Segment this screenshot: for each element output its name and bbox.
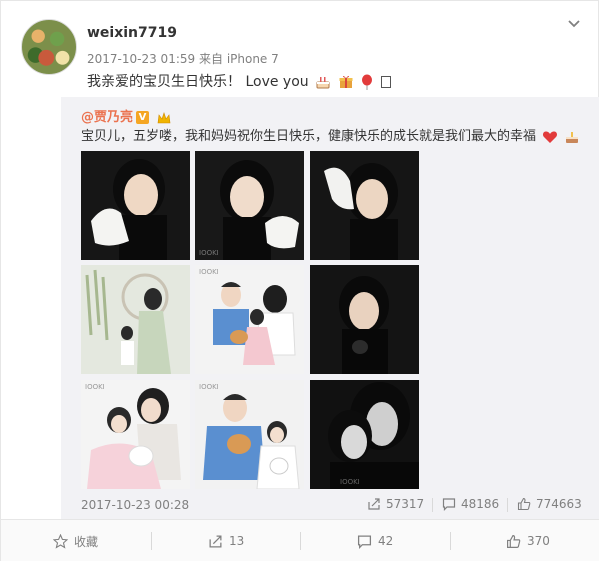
comment-count: 42: [378, 534, 394, 548]
divider: [151, 532, 152, 550]
divider: [507, 498, 508, 512]
repost-share-stat[interactable]: 57317: [367, 497, 424, 511]
action-bar: 收藏 13 42 370: [1, 519, 599, 561]
share-count: 13: [229, 534, 245, 548]
watermark: IOOKI: [199, 268, 219, 276]
photo-grid: IOOKI IOOKI IOOKI IOOKI IOOKI: [81, 151, 419, 489]
photo-5[interactable]: IOOKI: [195, 265, 304, 374]
avatar[interactable]: [21, 19, 77, 75]
post-time[interactable]: 2017-10-23 01:59: [87, 52, 195, 66]
repost-like-count: 774663: [536, 497, 582, 511]
divider: [450, 532, 451, 550]
share-icon: [368, 498, 380, 510]
comment-button[interactable]: 42: [357, 520, 393, 562]
divider: [432, 498, 433, 512]
watermark: IOOKI: [199, 383, 219, 391]
post-meta: 2017-10-23 01:59 来自 iPhone 7: [87, 50, 279, 67]
repost-share-count: 57317: [386, 497, 425, 511]
like-button[interactable]: 370: [506, 520, 550, 562]
favorite-button[interactable]: 收藏: [53, 520, 98, 562]
photo-1[interactable]: [81, 151, 190, 260]
balloon-icon: [362, 74, 373, 90]
like-icon: [507, 534, 521, 548]
photo-6[interactable]: [310, 265, 419, 374]
comment-icon: [357, 535, 372, 549]
repost-author-name[interactable]: @贾乃亮: [81, 110, 133, 125]
favorite-label: 收藏: [74, 534, 99, 549]
star-icon: [53, 533, 68, 549]
heart-icon: [543, 130, 558, 143]
username[interactable]: weixin7719: [87, 25, 177, 41]
gift-icon: [339, 75, 353, 88]
repost-text-content: 宝贝儿，五岁喽，我和妈妈祝你生日快乐，健康快乐的成长就是我们最大的幸福: [81, 129, 537, 144]
cake-icon: [316, 77, 330, 89]
post-text-content: 我亲爱的宝贝生日快乐！ Love you: [87, 74, 309, 90]
post-source: iPhone 7: [226, 52, 279, 66]
repost-text: 宝贝儿，五岁喽，我和妈妈祝你生日快乐，健康快乐的成长就是我们最大的幸福: [81, 125, 580, 145]
share-button[interactable]: 13: [208, 520, 244, 562]
divider: [300, 532, 301, 550]
photo-8[interactable]: IOOKI: [195, 380, 304, 489]
repost-author[interactable]: @贾乃亮 V: [81, 106, 172, 125]
repost-like-stat[interactable]: 774663: [517, 497, 582, 511]
watermark: IOOKI: [85, 383, 105, 391]
watermark: IOOKI: [340, 478, 360, 486]
photo-3[interactable]: [310, 151, 419, 260]
photo-4[interactable]: [81, 265, 190, 374]
weibo-card: weixin7719 2017-10-23 01:59 来自 iPhone 7 …: [0, 0, 599, 561]
like-icon: [517, 497, 531, 511]
chevron-down-icon[interactable]: [567, 17, 581, 31]
source-prefix: 来自: [198, 52, 223, 66]
repost-comment-count: 48186: [461, 497, 500, 511]
photo-2[interactable]: IOOKI: [195, 151, 304, 260]
share-icon: [209, 535, 222, 547]
placeholder-glyph-icon: [381, 76, 392, 88]
cake-icon: [566, 131, 579, 143]
comment-icon: [442, 498, 456, 511]
repost-comment-stat[interactable]: 48186: [442, 497, 499, 511]
post-text: 我亲爱的宝贝生日快乐！ Love you: [87, 71, 392, 91]
photo-9[interactable]: IOOKI: [310, 380, 419, 489]
watermark: IOOKI: [199, 249, 219, 257]
verified-icon: V: [136, 111, 150, 124]
photo-7[interactable]: IOOKI: [81, 380, 190, 489]
vip-crown-icon: [157, 111, 170, 123]
like-count: 370: [527, 534, 550, 548]
repost-time[interactable]: 2017-10-23 00:28: [81, 498, 189, 512]
